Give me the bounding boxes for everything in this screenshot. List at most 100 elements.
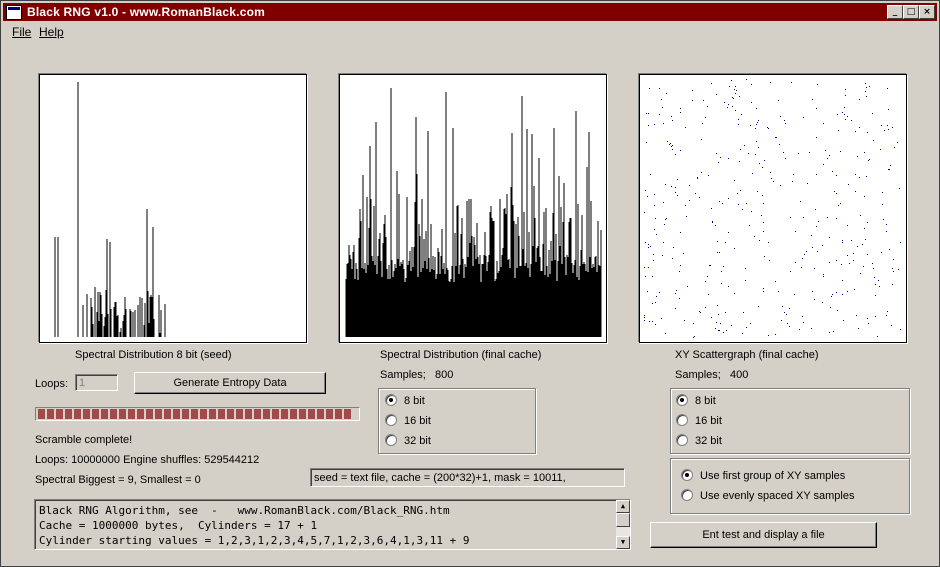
scatter-point [793,174,794,175]
scatter-point [756,108,757,109]
scatter-point [817,251,818,252]
scatter-point [888,129,889,130]
scatter-point [738,124,739,125]
scatter-point [655,302,656,303]
scatter-point [763,288,764,289]
scatter-point [866,96,867,97]
seed-info-field[interactable]: seed = text file, cache = (200*32)+1, ma… [310,468,625,487]
scatter-point [883,219,884,220]
scatter-point [725,242,726,243]
radio-dot [676,434,688,446]
scatter-point [812,291,813,292]
scatter-samples-label: Samples; [675,369,721,381]
scatter-point [775,137,776,138]
scatter-point [838,205,839,206]
spectral-radio-16bit[interactable]: 16 bit [385,414,431,427]
scatter-radio-32bit[interactable]: 32 bit [676,434,722,447]
scatter-point [863,266,864,267]
scatter-radio-16bit[interactable]: 16 bit [676,414,722,427]
scatter-point [811,235,812,236]
scatter-point [780,185,781,186]
xy-mode-first-group[interactable]: Use first group of XY samples [681,469,845,482]
progress-segment [245,409,252,419]
scatter-point [675,154,676,155]
scatter-radio-8bit[interactable]: 8 bit [676,394,716,407]
scatter-point [866,176,867,177]
scatter-point [836,193,837,194]
scatter-point [755,128,756,129]
scatter-point [686,216,687,217]
scatter-point [781,320,782,321]
scatter-point [853,260,854,261]
scatter-point [771,178,772,179]
spectral-radio-32bit[interactable]: 32 bit [385,434,431,447]
scatter-point [787,323,788,324]
scatter-point [845,89,846,90]
scatter-point [841,264,842,265]
scatter-point [762,167,763,168]
scroll-up-icon[interactable]: ▲ [616,500,630,513]
spectral-final-svg [345,88,602,337]
scatter-point [750,125,751,126]
info-memo[interactable]: Black RNG Algorithm, see - www.RomanBlac… [34,499,631,550]
scatter-point [722,203,723,204]
scatter-point [734,180,735,181]
menu-file[interactable]: File [12,25,31,39]
scatter-point [842,240,843,241]
scatter-point [764,160,765,161]
menu-help[interactable]: Help [39,25,64,39]
scatter-point [702,123,703,124]
ent-test-button[interactable]: Ent test and display a file [650,522,877,548]
scatter-point [847,255,848,256]
scatter-point [847,291,848,292]
scatter-point [659,292,660,293]
scatter-point [897,142,898,143]
scatter-point [840,151,841,152]
scatter-point [815,209,816,210]
generate-entropy-button[interactable]: Generate Entropy Data [134,372,326,394]
scatter-point [737,193,738,194]
maximize-button[interactable]: □ [903,5,919,19]
scatter-point [754,236,755,237]
scatter-point [700,312,701,313]
scatter-point [650,174,651,175]
scatter-point [886,224,887,225]
spectral-radio-8bit[interactable]: 8 bit [385,394,425,407]
scatter-point [667,141,668,142]
scatter-point [719,252,720,253]
scatter-point [840,203,841,204]
scatter-point [676,290,677,291]
app-icon[interactable] [6,5,22,20]
scatter-point [644,320,645,321]
radio-label: 32 bit [404,435,431,447]
memo-scrollbar[interactable]: ▲ ▼ [616,500,630,549]
progress-segment [200,409,207,419]
loops-input[interactable]: 1 [75,374,118,391]
progress-segment [164,409,171,419]
scatter-point [669,144,670,145]
title-bar[interactable]: Black RNG v1.0 - www.RomanBlack.com _ □ … [3,3,937,21]
scatter-point [680,150,681,151]
xy-mode-evenly-spaced[interactable]: Use evenly spaced XY samples [681,489,855,502]
scatter-point [782,306,783,307]
scatter-point [763,291,764,292]
scroll-thumb[interactable] [616,513,630,527]
scatter-point [890,165,891,166]
scatter-point [735,110,736,111]
scatter-point [816,137,817,138]
radio-label: Use evenly spaced XY samples [700,490,855,502]
close-button[interactable]: × [919,5,935,19]
scatter-point [769,260,770,261]
scatter-point [778,100,779,101]
scatter-point [802,258,803,259]
minimize-button[interactable]: _ [887,5,903,19]
radio-dot [385,414,397,426]
scatter-point [864,228,865,229]
scatter-point [872,263,873,264]
scatter-point [739,161,740,162]
scroll-down-icon[interactable]: ▼ [616,536,630,549]
scatter-point [732,106,733,107]
scatter-point [784,312,785,313]
scatter-point [872,113,873,114]
scatter-point [833,331,834,332]
